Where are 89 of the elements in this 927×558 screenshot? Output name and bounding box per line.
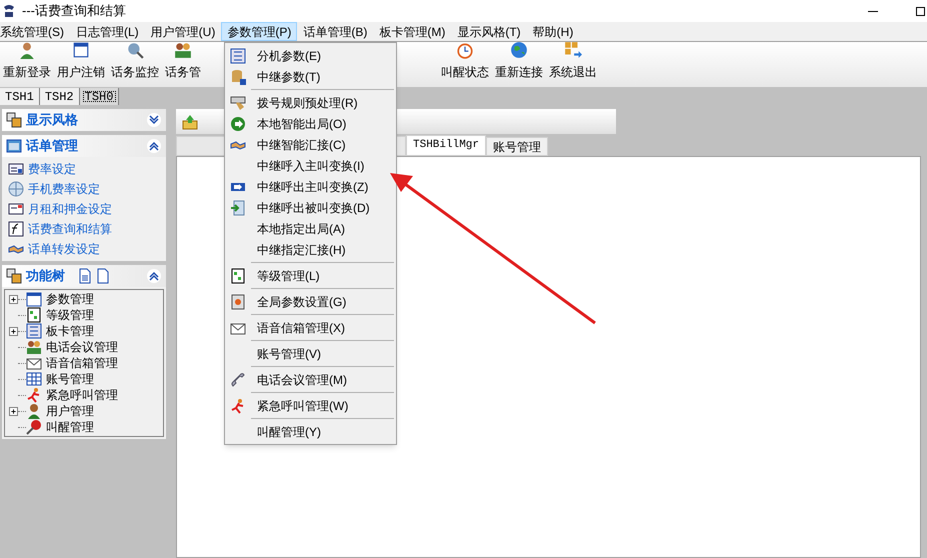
database-icon xyxy=(230,68,246,84)
menu-option[interactable]: 账号管理(V) xyxy=(225,343,396,364)
tree-item[interactable]: 板卡管理 xyxy=(46,322,94,340)
plus-icon[interactable] xyxy=(9,406,18,416)
tree-item[interactable]: 账号管理 xyxy=(46,370,94,388)
menu-option[interactable]: 中继呼入主叫变换(I) xyxy=(225,155,396,176)
list-icon xyxy=(26,323,42,339)
stacked-squares-icon xyxy=(6,268,22,284)
people-icon xyxy=(26,339,42,355)
menu-option[interactable]: 中继参数(T) xyxy=(225,66,396,87)
windows-exit-icon xyxy=(564,41,582,59)
person-icon xyxy=(18,41,36,59)
globe-icon xyxy=(8,181,24,197)
list-icon xyxy=(230,48,246,64)
envelope-icon xyxy=(8,201,24,217)
menu-item[interactable]: 系统管理(S) xyxy=(0,22,70,41)
menu-option[interactable]: 语音信箱管理(X) xyxy=(225,317,396,338)
collapse-icon[interactable] xyxy=(146,138,162,154)
tree-item[interactable]: 参数管理 xyxy=(46,290,94,308)
minimize-icon[interactable] xyxy=(868,10,878,12)
phone-app-icon xyxy=(2,4,16,18)
folder-up-icon[interactable] xyxy=(182,114,198,130)
alarm-clock-icon xyxy=(456,41,474,59)
toolbar-button[interactable]: 系统退出 xyxy=(546,41,600,81)
toolbar-button[interactable]: 用户注销 xyxy=(54,41,108,81)
people-icon xyxy=(174,41,192,59)
toolbar-button[interactable]: 叫醒状态 xyxy=(438,41,492,81)
sidebar-link[interactable]: 话单转发设定 xyxy=(28,240,100,258)
menu-option[interactable]: 中继指定汇接(H) xyxy=(225,239,396,260)
tree-item[interactable]: 紧急呼叫管理 xyxy=(46,386,118,404)
tree-item[interactable]: 用户管理 xyxy=(46,402,94,420)
sidebar-link[interactable]: 月租和押金设定 xyxy=(28,200,112,218)
toolbar-button[interactable]: 重新登录 xyxy=(0,41,54,81)
maximize-icon[interactable] xyxy=(916,6,925,16)
menu-option[interactable]: 分机参数(E) xyxy=(225,45,396,66)
phone-handset-icon xyxy=(230,372,246,388)
tree-item[interactable]: 等级管理 xyxy=(46,306,94,324)
tree-item[interactable]: 电话会议管理 xyxy=(46,338,118,356)
table-icon xyxy=(26,371,42,387)
menu-option[interactable]: 本地指定出局(A) xyxy=(225,218,396,239)
menu-option[interactable]: 叫醒管理(Y) xyxy=(225,421,396,442)
document-tab[interactable]: 账号管理 xyxy=(486,137,548,156)
stacked-squares-icon xyxy=(6,112,22,128)
toolbar-button[interactable]: 话务管 xyxy=(162,41,204,81)
sidebar-link[interactable]: 手机费率设定 xyxy=(28,180,100,198)
toolbar-button[interactable]: 重新连接 xyxy=(492,41,546,81)
document-icon xyxy=(77,268,93,284)
globe-icon xyxy=(510,41,528,59)
menu-item[interactable]: 话单管理(B) xyxy=(297,22,374,41)
server-tab[interactable]: TSH1 xyxy=(0,88,40,105)
document-icon xyxy=(95,268,111,284)
gear-document-icon xyxy=(230,294,246,310)
menu-item[interactable]: 用户管理(U) xyxy=(144,22,222,41)
window-title: ---话费查询和结算 xyxy=(22,2,126,20)
window-icon xyxy=(72,41,90,59)
menu-item[interactable]: 板卡管理(M) xyxy=(373,22,452,41)
pushpin-icon xyxy=(26,419,42,435)
menu-option[interactable]: 电话会议管理(M) xyxy=(225,369,396,390)
window-icon xyxy=(6,138,22,154)
person-icon xyxy=(26,403,42,419)
toolbar-button[interactable]: 话务监控 xyxy=(108,41,162,81)
sidebar-link[interactable]: 费率设定 xyxy=(28,160,76,178)
tree-item[interactable]: 语音信箱管理 xyxy=(46,354,118,372)
function-icon xyxy=(8,221,24,237)
menu-option[interactable]: 中继智能汇接(C) xyxy=(225,134,396,155)
menu-option[interactable]: 紧急呼叫管理(W) xyxy=(225,395,396,416)
menu-option[interactable]: 中继呼出被叫变换(D) xyxy=(225,197,396,218)
runner-icon xyxy=(26,387,42,403)
calendar-icon xyxy=(26,291,42,307)
menu-item[interactable]: 参数管理(P) xyxy=(221,22,298,41)
collapse-icon[interactable] xyxy=(146,268,162,284)
server-tab[interactable]: TSH2 xyxy=(40,88,80,105)
menu-option[interactable]: 全局参数设置(G) xyxy=(225,291,396,312)
menu-option[interactable]: 拨号规则预处理(R) xyxy=(225,92,396,113)
document-tab[interactable]: TSHBillMgr xyxy=(406,135,486,156)
plus-icon[interactable] xyxy=(9,294,18,304)
menu-item[interactable]: 日志管理(L) xyxy=(70,22,145,41)
document-arrow-icon xyxy=(230,200,246,216)
menu-item[interactable]: 帮助(H) xyxy=(526,22,580,41)
menu-option[interactable]: 等级管理(L) xyxy=(225,265,396,286)
expand-icon[interactable] xyxy=(146,112,162,128)
keyboard-hand-icon xyxy=(230,94,246,110)
card-icon xyxy=(8,161,24,177)
plus-icon[interactable] xyxy=(9,326,18,336)
server-tab[interactable]: TSH0 xyxy=(80,88,120,105)
menu-item[interactable]: 显示风格(T) xyxy=(451,22,527,41)
runner-icon xyxy=(230,398,246,414)
tree-item[interactable]: 叫醒管理 xyxy=(46,418,94,436)
sidebar-link[interactable]: 话费查询和结算 xyxy=(28,220,112,238)
